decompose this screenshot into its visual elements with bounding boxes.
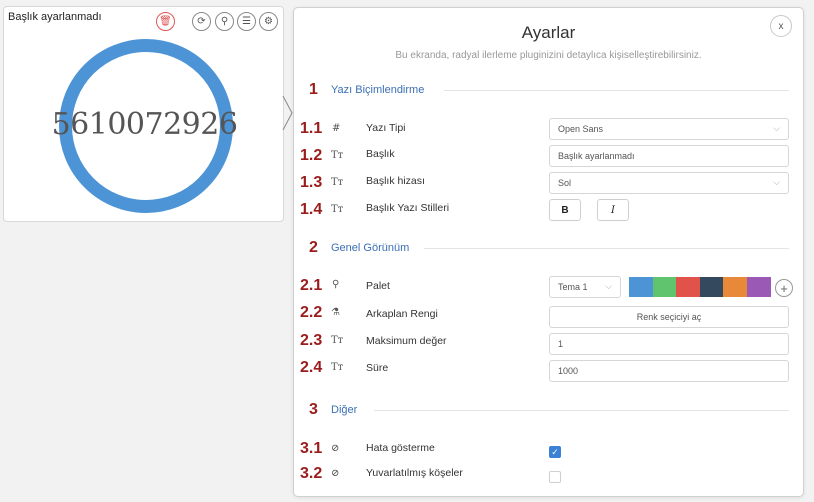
max-value-input[interactable]: 1	[549, 333, 789, 355]
title-style-label: Başlık Yazı Stilleri	[366, 202, 450, 214]
gauge-value: 5610072926	[51, 107, 238, 142]
paint-roller-icon: ⚲	[332, 279, 340, 290]
row-number: 2.3	[300, 332, 323, 349]
font-family-label: Yazı Tipi	[366, 122, 406, 134]
row-number: 1.3	[300, 174, 323, 191]
background-color-label: Arkaplan Rengi	[366, 308, 438, 320]
add-color-button[interactable]: +	[775, 279, 793, 297]
divider	[444, 90, 789, 91]
italic-button[interactable]: I	[597, 199, 629, 221]
palette-label: Palet	[366, 280, 390, 292]
section-title-text-format: Yazı Biçimlendirme	[331, 84, 425, 96]
text-icon: Tт	[331, 150, 344, 161]
chevron-down-icon: ⌵	[605, 281, 612, 291]
row-number: 3.2	[300, 465, 323, 482]
duration-input[interactable]: 1000	[549, 360, 789, 382]
palette-value: Tema 1	[558, 282, 588, 292]
gear-icon[interactable]: ⚙	[259, 12, 278, 31]
palette-swatch[interactable]	[676, 277, 700, 297]
chevron-down-icon: ⌵	[773, 177, 780, 187]
trash-icon[interactable]: 🗑	[156, 12, 175, 31]
eye-slash-icon: ⊘	[331, 443, 340, 454]
row-number: 2.4	[300, 359, 323, 376]
section-number: 3	[309, 401, 318, 418]
section-title-general: Genel Görünüm	[331, 242, 410, 254]
panel-subtitle: Bu ekranda, radyal ilerleme pluginizini …	[395, 50, 702, 61]
title-align-value: Sol	[558, 178, 572, 188]
section-number: 1	[309, 81, 318, 98]
font-family-value: Open Sans	[558, 124, 604, 134]
text-icon: Tт	[331, 362, 344, 373]
duration-value: 1000	[558, 366, 579, 376]
palette-swatch[interactable]	[699, 277, 724, 297]
divider	[424, 248, 789, 249]
divider	[374, 410, 789, 411]
refresh-icon[interactable]: ⟳	[192, 12, 211, 31]
rounded-corners-label: Yuvarlatılmış köşeler	[366, 467, 463, 479]
row-number: 2.2	[300, 304, 323, 321]
text-icon: Tт	[331, 204, 344, 215]
font-family-select[interactable]: Open Sans ⌵	[549, 118, 789, 140]
eye-slash-icon: ⊘	[331, 468, 340, 479]
rounded-corners-checkbox[interactable]	[549, 471, 561, 483]
palette-swatch[interactable]	[746, 277, 771, 297]
title-align-label: Başlık hizası	[366, 175, 425, 187]
color-picker-button[interactable]: Renk seçiciyi aç	[549, 306, 789, 328]
section-title-other: Diğer	[331, 404, 358, 416]
palette-swatch[interactable]	[652, 277, 677, 297]
title-label: Başlık	[366, 148, 395, 160]
title-input[interactable]: Başlık ayarlanmadı	[549, 145, 789, 167]
settings-panel: x Ayarlar Bu ekranda, radyal ilerleme pl…	[293, 7, 804, 497]
hide-error-checkbox[interactable]: ✓	[549, 446, 561, 458]
text-icon: Tт	[331, 177, 344, 188]
title-align-select[interactable]: Sol ⌵	[549, 172, 789, 194]
palette-swatch[interactable]	[629, 277, 653, 297]
panel-title: Ayarlar	[521, 23, 576, 42]
hash-icon: #	[332, 123, 341, 134]
bold-button[interactable]: B	[549, 199, 581, 221]
row-number: 3.1	[300, 440, 323, 457]
list-icon[interactable]: ☰	[237, 12, 256, 31]
key-icon[interactable]: ⚲	[215, 12, 234, 31]
hide-error-label: Hata gösterme	[366, 442, 435, 454]
section-number: 2	[309, 239, 318, 256]
text-icon: Tт	[331, 335, 344, 346]
row-number: 1.2	[300, 147, 323, 164]
widget-title: Başlık ayarlanmadı	[8, 11, 102, 23]
row-number: 1.4	[300, 201, 323, 218]
chevron-down-icon: ⌵	[773, 123, 780, 133]
row-number: 1.1	[300, 120, 323, 137]
row-number: 2.1	[300, 277, 323, 294]
duration-label: Süre	[366, 362, 389, 374]
palette-swatch[interactable]	[723, 277, 747, 297]
title-input-value: Başlık ayarlanmadı	[558, 151, 635, 161]
widget-card: Başlık ayarlanmadı 🗑 ⟳ ⚲ ☰ ⚙ 5610072926	[3, 6, 284, 222]
max-value-label: Maksimum değer	[366, 335, 447, 347]
palette-select[interactable]: Tema 1 ⌵	[549, 276, 621, 298]
paint-bucket-icon: ⚗	[331, 307, 340, 318]
max-value-value: 1	[558, 339, 564, 349]
